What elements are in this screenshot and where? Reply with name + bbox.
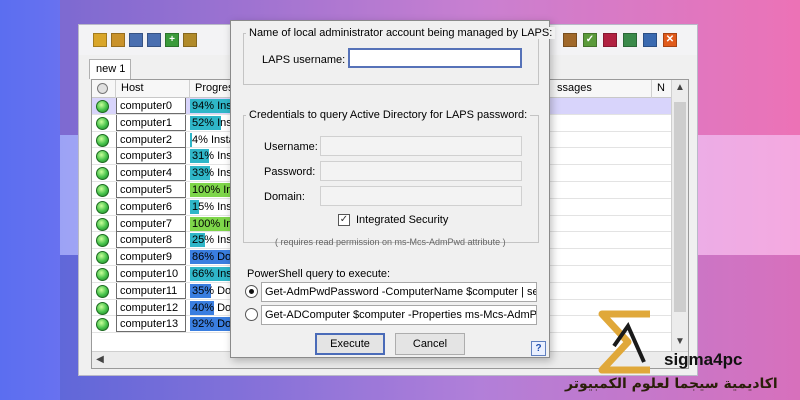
vertical-scrollbar[interactable]: ▲ ▼ — [671, 80, 688, 368]
credentials-group-title: Credentials to query Active Directory fo… — [246, 109, 531, 121]
globe-icon[interactable] — [643, 33, 657, 47]
brand-arabic-name: اكاديمية سيجما لعلوم الكمبيوتر — [565, 376, 778, 392]
vertical-scroll-thumb[interactable] — [674, 102, 686, 312]
tab-new-1[interactable]: new 1 — [89, 59, 131, 79]
domain-label: Domain: — [264, 191, 305, 203]
host-cell[interactable]: computer5 — [116, 182, 186, 198]
save-icon[interactable] — [129, 33, 143, 47]
host-cell[interactable]: computer2 — [116, 131, 186, 148]
username-label: Username: — [264, 141, 318, 153]
status-ok-icon — [96, 184, 109, 197]
host-cell[interactable]: computer9 — [116, 249, 186, 266]
status-ok-icon — [96, 150, 109, 164]
host-cell[interactable]: computer8 — [116, 232, 186, 249]
status-ok-icon — [96, 133, 109, 147]
flag-icon[interactable] — [623, 33, 637, 47]
help-icon[interactable]: ? — [531, 341, 546, 356]
status-ok-icon — [96, 284, 109, 298]
integrated-security-label: Integrated Security — [356, 214, 449, 226]
status-ok-icon — [96, 268, 109, 281]
cancel-button[interactable]: Cancel — [395, 333, 465, 355]
column-header-n[interactable]: N — [652, 80, 672, 98]
scroll-down-arrow-icon[interactable]: ▼ — [672, 334, 688, 350]
scroll-up-arrow-icon[interactable]: ▲ — [672, 80, 688, 96]
username-input[interactable] — [320, 136, 522, 156]
column-header-messages[interactable]: ssages — [552, 80, 652, 98]
status-ok-icon — [96, 116, 109, 130]
execute-button[interactable]: Execute — [315, 333, 385, 355]
package-icon[interactable] — [563, 33, 577, 47]
host-cell[interactable]: computer0 — [116, 98, 186, 114]
host-cell[interactable]: computer10 — [116, 266, 186, 282]
host-cell[interactable]: computer7 — [116, 215, 186, 232]
query-option-1-input[interactable]: Get-AdmPwdPassword -ComputerName $comput… — [261, 282, 537, 302]
open-folder-icon[interactable] — [111, 33, 125, 47]
laps-username-input[interactable] — [348, 48, 522, 68]
close-x-icon[interactable]: ✕ — [663, 33, 677, 47]
integrated-security-checkbox[interactable]: ✓ — [338, 214, 350, 226]
status-ok-icon — [96, 234, 109, 248]
new-document-icon[interactable] — [93, 33, 107, 47]
checklist-icon[interactable]: ✓ — [583, 33, 597, 47]
host-cell[interactable]: computer1 — [116, 114, 186, 131]
column-header-status[interactable] — [92, 80, 116, 98]
add-icon[interactable]: + — [165, 33, 179, 47]
host-cell[interactable]: computer12 — [116, 299, 186, 316]
account-group: Name of local administrator account bein… — [243, 27, 556, 85]
query-option-2-input[interactable]: Get-ADComputer $computer -Properties ms-… — [261, 305, 537, 325]
domain-input[interactable] — [320, 186, 522, 206]
card-icon[interactable] — [603, 33, 617, 47]
permission-hint: ( requires read permission on ms-Mcs-Adm… — [275, 237, 506, 247]
status-ok-icon — [96, 217, 109, 231]
sigma-logo-icon — [598, 310, 650, 374]
query-option-2-radio[interactable] — [245, 308, 258, 321]
password-input[interactable] — [320, 161, 522, 181]
scroll-left-arrow-icon[interactable]: ◀ — [92, 352, 108, 368]
host-cell[interactable]: computer13 — [116, 316, 186, 333]
brand-name: sigma4pc — [664, 350, 743, 369]
laps-dialog: Name of local administrator account bein… — [230, 20, 556, 358]
status-ok-icon — [96, 301, 109, 315]
query-option-1-radio[interactable] — [245, 285, 258, 298]
status-ok-icon — [96, 100, 109, 113]
host-cell[interactable]: computer6 — [116, 198, 186, 215]
credentials-group: Credentials to query Active Directory fo… — [243, 109, 539, 243]
status-column-icon — [97, 83, 108, 94]
status-ok-icon — [96, 318, 109, 332]
status-ok-icon — [96, 200, 109, 214]
host-cell[interactable]: computer3 — [116, 148, 186, 165]
host-cell[interactable]: computer11 — [116, 282, 186, 299]
powershell-label: PowerShell query to execute: — [247, 268, 391, 280]
account-group-title: Name of local administrator account bein… — [246, 27, 556, 39]
status-ok-icon — [96, 251, 109, 265]
save-all-icon[interactable] — [147, 33, 161, 47]
host-cell[interactable]: computer4 — [116, 165, 186, 182]
password-label: Password: — [264, 166, 316, 178]
tree-icon[interactable] — [183, 33, 197, 47]
laps-username-label: LAPS username: — [262, 54, 346, 66]
column-header-host[interactable]: Host — [116, 80, 190, 98]
status-ok-icon — [96, 167, 109, 181]
